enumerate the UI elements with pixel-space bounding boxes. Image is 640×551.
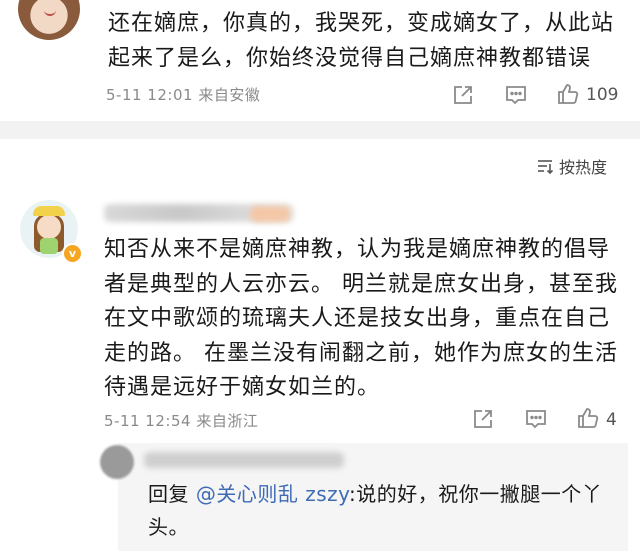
mention-link[interactable]: @关心则乱 zszy <box>196 482 349 506</box>
comment-time: 5-11 12:01 <box>106 86 194 104</box>
user-avatar[interactable] <box>18 0 80 40</box>
sort-label: 按热度 <box>559 158 608 177</box>
comment-icon[interactable] <box>525 408 547 430</box>
comment-text: 知否从来不是嫡庶神教，认为我是嫡庶神教的倡导者是典型的人云亦云。 明兰就是庶女出… <box>104 237 618 400</box>
like-count: 4 <box>606 410 617 430</box>
share-icon[interactable] <box>452 84 474 106</box>
reply-user-avatar[interactable] <box>100 445 134 479</box>
comment-icon[interactable] <box>505 84 527 106</box>
like-count: 109 <box>586 85 619 105</box>
user-level-badge-redacted <box>250 206 290 222</box>
comment-time: 5-11 12:54 <box>104 412 192 430</box>
comment-location: 来自浙江 <box>196 412 259 430</box>
reply-prefix: 回复 <box>148 482 189 506</box>
comment-meta: 5-11 12:01 来自安徽 <box>106 84 260 105</box>
like-icon[interactable] <box>576 406 600 430</box>
comment-meta: 5-11 12:54 来自浙江 <box>104 410 258 431</box>
reply-username-redacted <box>144 452 344 468</box>
comment-text: 还在嫡庶，你真的，我哭死，变成嫡女了，从此站起来了是么，你始终没觉得自己嫡庶神教… <box>108 11 615 71</box>
comment-location: 来自安徽 <box>198 86 261 104</box>
sort-icon <box>538 160 553 174</box>
reply-text: 回复 @关心则乱 zszy:说的好，祝你一撇腿一个丫头。 <box>148 478 618 544</box>
section-divider <box>0 121 640 139</box>
verified-badge: v <box>62 243 83 264</box>
sort-button[interactable]: 按热度 <box>537 154 607 178</box>
share-icon[interactable] <box>472 408 494 430</box>
like-icon[interactable] <box>556 82 580 106</box>
